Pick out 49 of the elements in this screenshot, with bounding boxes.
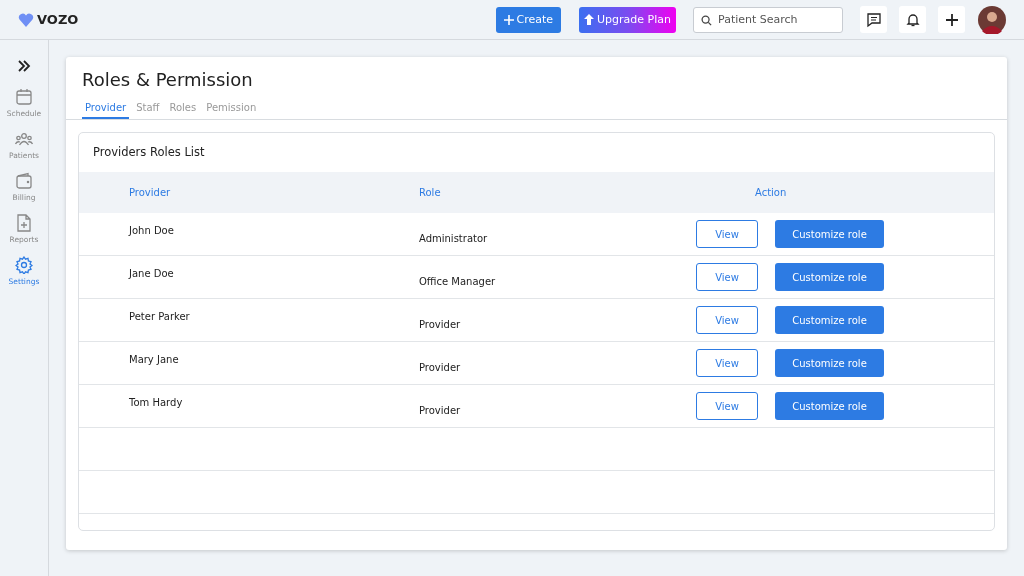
heart-logo-icon	[18, 12, 34, 27]
view-button[interactable]: View	[696, 349, 758, 377]
document-icon	[15, 214, 33, 232]
view-button[interactable]: View	[696, 306, 758, 334]
view-button[interactable]: View	[696, 263, 758, 291]
search-field[interactable]: Patient Search	[693, 6, 843, 33]
column-header: Provider	[128, 187, 172, 198]
brand-name: VOZO	[37, 12, 79, 27]
customize-role-button[interactable]: Customize role	[775, 306, 884, 334]
tab[interactable]: Staff	[133, 97, 163, 119]
customize-role-button[interactable]: Customize role	[775, 263, 884, 291]
tab[interactable]: Provider	[82, 97, 130, 119]
plus-icon	[503, 14, 514, 25]
plus-icon	[943, 11, 960, 28]
calendar-icon	[15, 88, 33, 106]
upgrade-plan-button[interactable]: Upgrade Plan	[579, 6, 676, 33]
table-cell-text: John Doe	[127, 224, 175, 236]
bell-icon	[904, 11, 921, 28]
customize-role-button[interactable]: Customize role	[775, 392, 884, 420]
up-arrow-icon	[584, 14, 595, 25]
table-cell-text: Administrator	[419, 232, 489, 244]
create-button[interactable]: Create	[495, 6, 562, 33]
view-button[interactable]: View	[696, 220, 758, 248]
chat-icon	[865, 11, 882, 28]
bell-icon-button[interactable]	[899, 6, 926, 33]
column-header: Action	[754, 187, 788, 198]
add-icon-button[interactable]	[938, 6, 965, 33]
page-title: Roles & Permission	[82, 68, 254, 92]
settings-icon	[15, 256, 33, 274]
people-icon	[15, 130, 33, 148]
table-cell-text: Provider	[419, 318, 462, 330]
table-title: Providers Roles List	[92, 144, 206, 161]
table-cell-text: Peter Parker	[128, 310, 191, 322]
view-button[interactable]: View	[696, 392, 758, 420]
table-cell-text: Mary Jane	[128, 353, 180, 365]
tab[interactable]: Roles	[166, 97, 200, 119]
chat-icon-button[interactable]	[860, 6, 887, 33]
wallet-icon	[15, 172, 33, 190]
customize-role-button[interactable]: Customize role	[775, 349, 884, 377]
column-header: Role	[419, 187, 442, 198]
expand-icon[interactable]	[17, 60, 31, 72]
table-cell-text: Office Manager	[419, 275, 497, 287]
table-cell-text: Jane Doe	[127, 267, 175, 279]
table-cell-text: Provider	[419, 361, 462, 373]
tab[interactable]: Pemission	[203, 97, 260, 119]
table-cell-text: Tom Hardy	[128, 396, 184, 408]
table-cell-text: Provider	[419, 404, 462, 416]
customize-role-button[interactable]: Customize role	[775, 220, 884, 248]
avatar[interactable]	[978, 5, 1006, 34]
